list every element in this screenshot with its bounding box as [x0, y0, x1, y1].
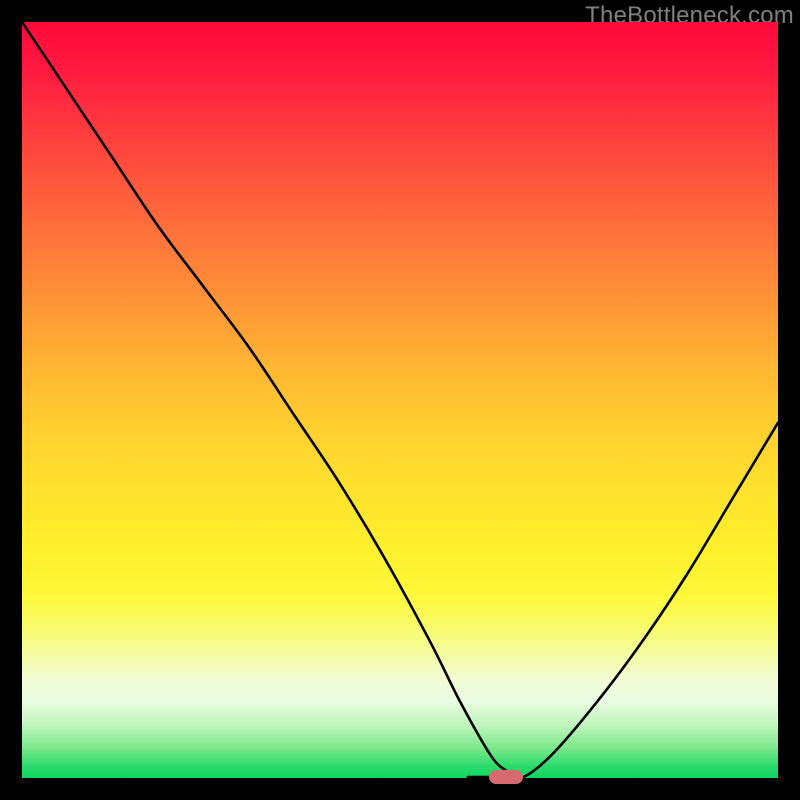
chart-frame: TheBottleneck.com [0, 0, 800, 800]
optimum-marker [489, 770, 523, 784]
plot-area [22, 22, 778, 778]
bottleneck-curve [22, 22, 778, 778]
